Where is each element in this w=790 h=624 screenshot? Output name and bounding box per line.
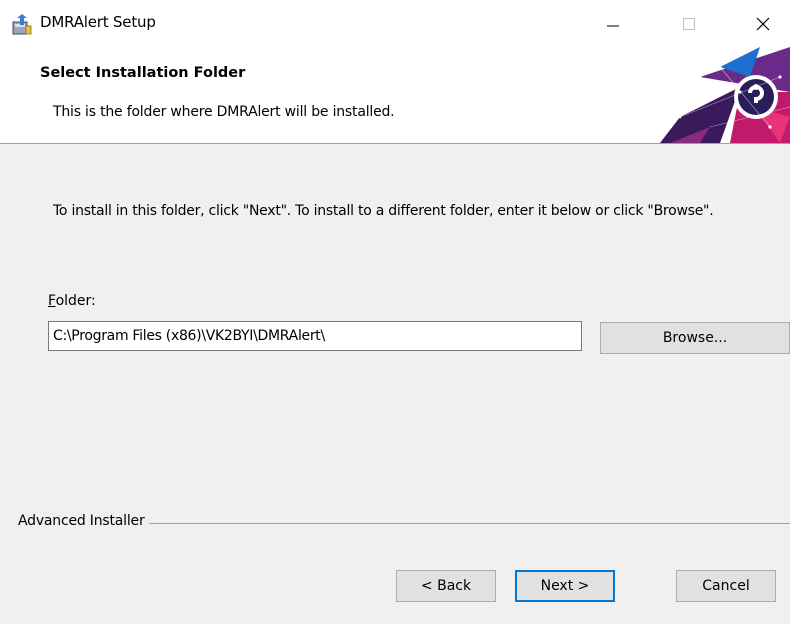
maximize-icon bbox=[683, 17, 695, 30]
window-title: DMRAlert Setup bbox=[40, 13, 156, 31]
folder-label-accelerator: F bbox=[48, 293, 56, 309]
header-banner: Select Installation Folder This is the f… bbox=[0, 47, 790, 144]
folder-label-text: older: bbox=[55, 293, 96, 309]
minimize-button[interactable] bbox=[584, 0, 642, 47]
minimize-icon bbox=[607, 25, 619, 26]
installer-brand: Advanced Installer bbox=[18, 513, 149, 529]
maximize-button[interactable] bbox=[660, 0, 718, 47]
instructions-text: To install in this folder, click "Next".… bbox=[53, 203, 714, 219]
folder-path-input[interactable] bbox=[48, 321, 582, 351]
installer-box-icon bbox=[12, 14, 32, 35]
next-button[interactable]: Next > bbox=[515, 570, 615, 602]
back-button[interactable]: < Back bbox=[396, 570, 496, 602]
title-bar: DMRAlert Setup bbox=[0, 0, 790, 47]
folder-label: Folder: bbox=[48, 293, 96, 309]
page-title: Select Installation Folder bbox=[40, 65, 246, 81]
browse-button[interactable]: Browse... bbox=[600, 322, 790, 354]
page-subtitle: This is the folder where DMRAlert will b… bbox=[53, 104, 395, 120]
cancel-button[interactable]: Cancel bbox=[676, 570, 776, 602]
abstract-logo-art bbox=[660, 47, 790, 143]
close-icon bbox=[756, 17, 770, 30]
close-button[interactable] bbox=[734, 0, 790, 47]
